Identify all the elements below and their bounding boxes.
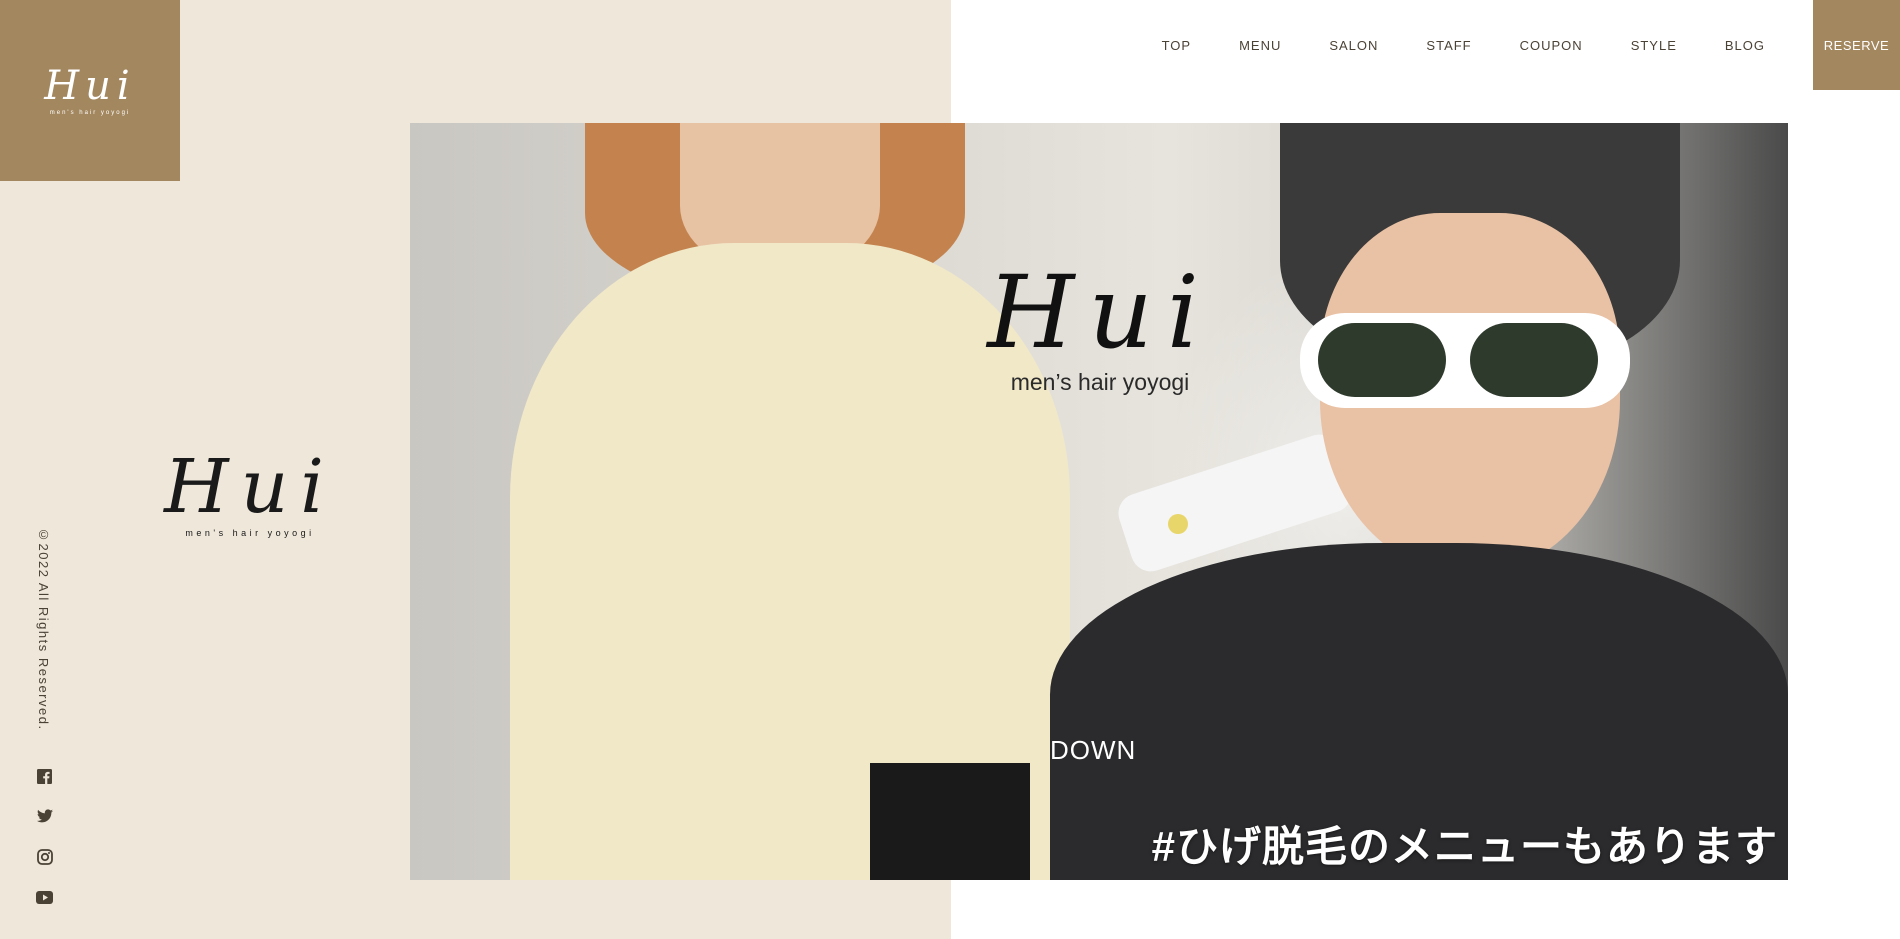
hero-goggles-lens-left [1318, 323, 1446, 397]
hero-device-button [1168, 514, 1188, 534]
copyright: ©2022 All Rights Reserved. [36, 527, 51, 731]
nav-item-staff[interactable]: STAFF [1426, 38, 1471, 53]
logo-subtitle: men's hair yoyogi [49, 109, 131, 116]
nav-item-top[interactable]: TOP [1162, 38, 1192, 53]
nav-item-menu[interactable]: MENU [1239, 38, 1281, 53]
nav-item-salon[interactable]: SALON [1329, 38, 1378, 53]
sidebar-logo-subtitle: men's hair yoyogi [185, 528, 315, 538]
instagram-icon[interactable] [36, 848, 53, 865]
hero-image: Hui men’s hair yoyogi DOWN #ひげ脱毛のメニューもあり… [410, 123, 1788, 880]
reserve-button[interactable]: RESERVE [1813, 0, 1900, 90]
hero-woman-pants [870, 763, 1030, 880]
hero-logo: Hui men’s hair yoyogi [980, 263, 1220, 396]
hero-caption: #ひげ脱毛のメニューもあります [1151, 823, 1778, 870]
hero-goggles-lens-right [1470, 323, 1598, 397]
main-nav: TOP MENU SALON STAFF COUPON STYLE BLOG R… [1114, 0, 1900, 90]
hero-logo-script: Hui [987, 254, 1213, 371]
nav-item-blog[interactable]: BLOG [1725, 38, 1765, 53]
sidebar-logo-script: Hui [164, 444, 336, 530]
nav-links: TOP MENU SALON STAFF COUPON STYLE BLOG [1114, 0, 1813, 90]
facebook-icon[interactable] [36, 768, 53, 785]
hero-logo-subtitle: men’s hair yoyogi [1010, 369, 1190, 395]
nav-item-style[interactable]: STYLE [1631, 38, 1677, 53]
youtube-icon[interactable] [36, 889, 53, 906]
header-logo[interactable]: Hui men's hair yoyogi [0, 0, 180, 181]
twitter-icon[interactable] [36, 807, 53, 824]
logo-script: Hui [44, 62, 136, 109]
nav-item-coupon[interactable]: COUPON [1520, 38, 1583, 53]
scroll-down-link[interactable]: DOWN [1050, 735, 1136, 766]
sidebar-logo: Hui men's hair yoyogi [150, 450, 350, 538]
